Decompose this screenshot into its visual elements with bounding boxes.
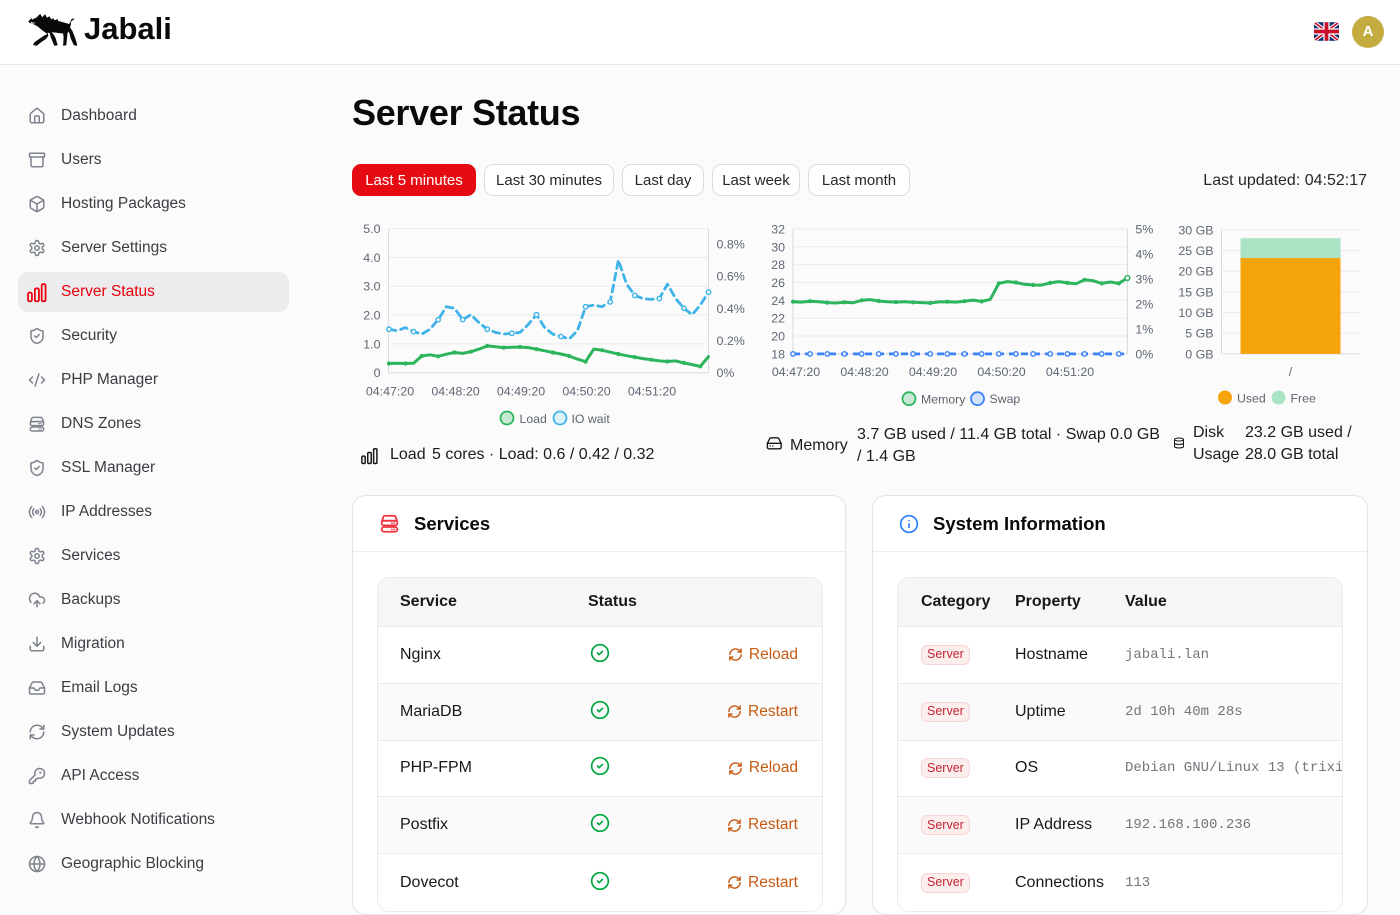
svg-text:04:47:20: 04:47:20 xyxy=(772,365,820,379)
svg-text:04:50:20: 04:50:20 xyxy=(977,365,1025,379)
svg-text:5 GB: 5 GB xyxy=(1185,327,1213,341)
svg-text:28: 28 xyxy=(771,258,785,272)
svg-text:04:51:20: 04:51:20 xyxy=(1046,365,1094,379)
svg-text:24: 24 xyxy=(771,294,785,308)
svg-text:04:49:20: 04:49:20 xyxy=(909,365,957,379)
svg-text:22: 22 xyxy=(771,312,785,326)
svg-text:10 GB: 10 GB xyxy=(1178,306,1213,320)
svg-text:4%: 4% xyxy=(1135,247,1153,261)
svg-text:30: 30 xyxy=(771,240,785,254)
svg-text:20: 20 xyxy=(771,330,785,344)
svg-text:Used: Used xyxy=(1237,392,1266,406)
svg-text:04:49:20: 04:49:20 xyxy=(497,385,545,399)
svg-text:20 GB: 20 GB xyxy=(1178,265,1213,279)
svg-text:0.8%: 0.8% xyxy=(717,237,745,251)
svg-text:0%: 0% xyxy=(717,366,735,380)
svg-text:IO wait: IO wait xyxy=(572,412,611,426)
svg-text:5%: 5% xyxy=(1135,222,1153,236)
svg-text:3.0: 3.0 xyxy=(363,280,380,294)
svg-text:26: 26 xyxy=(771,276,785,290)
svg-text:0%: 0% xyxy=(1135,347,1153,361)
svg-text:0 GB: 0 GB xyxy=(1185,347,1213,361)
svg-text:0.2%: 0.2% xyxy=(717,334,745,348)
svg-text:4.0: 4.0 xyxy=(363,251,380,265)
svg-text:04:50:20: 04:50:20 xyxy=(562,385,610,399)
svg-text:3%: 3% xyxy=(1135,272,1153,286)
svg-text:0.4%: 0.4% xyxy=(717,302,745,316)
svg-text:Load: Load xyxy=(520,412,548,426)
svg-text:30 GB: 30 GB xyxy=(1178,223,1213,237)
svg-text:18: 18 xyxy=(771,347,785,361)
svg-text:2%: 2% xyxy=(1135,297,1153,311)
svg-text:0: 0 xyxy=(374,366,381,380)
svg-text:04:47:20: 04:47:20 xyxy=(366,385,414,399)
svg-text:Memory: Memory xyxy=(921,393,966,407)
svg-text:25 GB: 25 GB xyxy=(1178,244,1213,258)
svg-text:04:51:20: 04:51:20 xyxy=(628,385,676,399)
svg-text:Free: Free xyxy=(1291,392,1316,406)
svg-text:1%: 1% xyxy=(1135,322,1153,336)
svg-text:Swap: Swap xyxy=(990,392,1021,406)
svg-text:04:48:20: 04:48:20 xyxy=(431,385,479,399)
svg-text:15 GB: 15 GB xyxy=(1178,285,1213,299)
svg-text:2.0: 2.0 xyxy=(363,309,380,323)
svg-text:32: 32 xyxy=(771,222,785,236)
svg-text:0.6%: 0.6% xyxy=(717,270,745,284)
svg-text:04:48:20: 04:48:20 xyxy=(840,365,888,379)
svg-text:5.0: 5.0 xyxy=(363,222,380,236)
svg-text:/: / xyxy=(1289,365,1293,379)
svg-text:1.0: 1.0 xyxy=(363,337,380,351)
